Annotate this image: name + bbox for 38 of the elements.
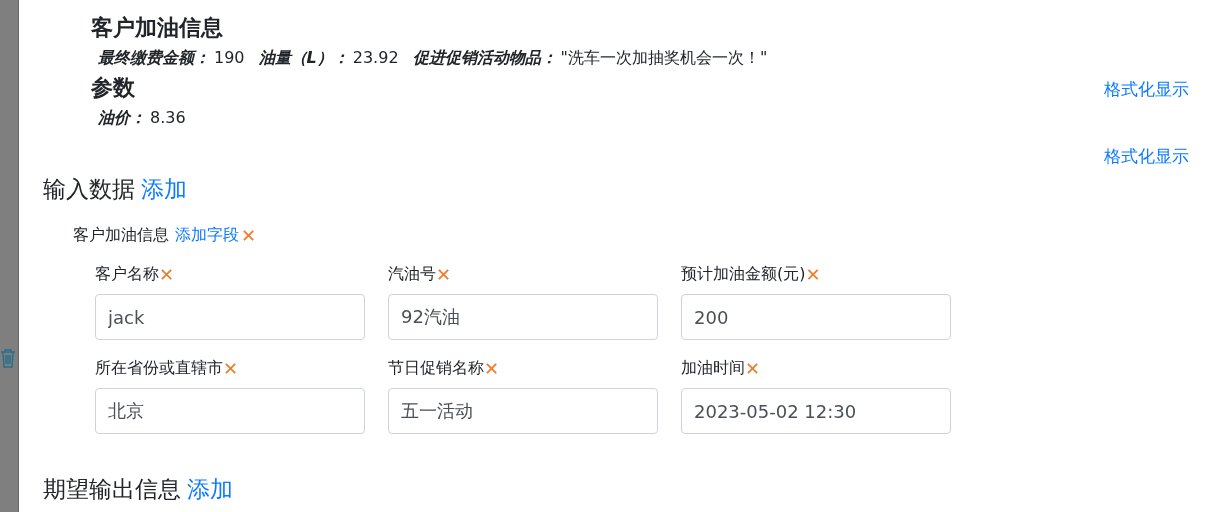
close-icon[interactable]: ✕ — [805, 263, 821, 285]
input-field[interactable]: 北京 — [95, 388, 365, 434]
add-link[interactable]: 添加 — [141, 174, 187, 205]
input-field[interactable]: 92汽油 — [388, 294, 658, 340]
close-icon[interactable]: ✕ — [223, 357, 239, 379]
close-icon[interactable]: ✕ — [241, 225, 257, 246]
field-value: 8.36 — [150, 107, 186, 129]
group-label: 客户加油信息 — [73, 225, 169, 246]
add-link[interactable]: 添加 — [187, 474, 233, 505]
input-field[interactable]: 五一活动 — [388, 388, 658, 434]
section-heading: 参数 — [91, 74, 136, 102]
field-label: 加油时间 — [681, 357, 745, 379]
trash-icon — [0, 348, 16, 368]
field-label: 促进促销活动物品： — [412, 47, 557, 69]
field-label: 所在省份或直辖市 — [95, 357, 223, 379]
section-title: 输入数据 — [43, 175, 135, 204]
section-heading: 客户加油信息 — [91, 14, 224, 42]
field-label: 油量（L）： — [258, 47, 349, 69]
field-value: 190 — [214, 47, 245, 69]
field-label: 最终缴费金额： — [98, 47, 210, 69]
field-value: 23.92 — [352, 47, 399, 69]
format-link[interactable]: 格式化显示 — [1104, 145, 1189, 168]
field-value: "洗车一次加抽奖机会一次！" — [560, 47, 768, 69]
close-icon[interactable]: ✕ — [745, 357, 761, 379]
field-label: 节日促销名称 — [388, 357, 484, 379]
input-field[interactable]: jack — [95, 294, 365, 340]
section-title: 期望输出信息 — [43, 475, 181, 504]
add-field-link[interactable]: 添加字段 — [175, 225, 239, 246]
field-label: 预计加油金额(元) — [681, 263, 806, 285]
close-icon[interactable]: ✕ — [159, 263, 175, 285]
input-field[interactable]: 2023-05-02 12:30 — [681, 388, 951, 434]
close-icon[interactable]: ✕ — [436, 263, 452, 285]
field-label: 客户名称 — [95, 263, 159, 285]
close-icon[interactable]: ✕ — [484, 357, 500, 379]
format-link[interactable]: 格式化显示 — [1104, 78, 1189, 101]
field-label: 汽油号 — [388, 263, 436, 285]
input-field[interactable]: 200 — [681, 294, 951, 340]
field-label: 油价： — [98, 107, 146, 129]
